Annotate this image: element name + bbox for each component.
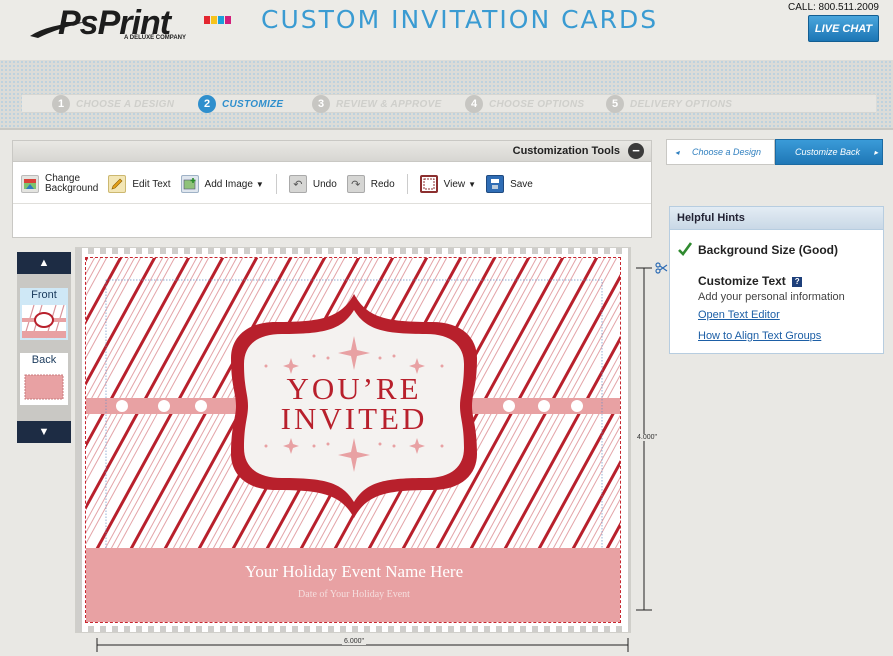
step-number: 3 — [312, 95, 330, 113]
toolbar: Change Background Edit Text Add Image ▼ … — [21, 169, 543, 199]
scroll-up-arrow-icon[interactable]: ▲ — [17, 252, 71, 274]
tools-title: Customization Tools — [512, 145, 620, 157]
edit-text-button[interactable]: Edit Text — [108, 175, 171, 193]
open-text-editor-link[interactable]: Open Text Editor — [698, 309, 780, 321]
customize-text-label: Customize Text — [698, 274, 786, 288]
step-label: REVIEW & APPROVE — [336, 98, 442, 110]
step-progress-bar: 1 CHOOSE A DESIGN 2 CUSTOMIZE 3 REVIEW &… — [22, 94, 876, 113]
step-navigation: ◂ Choose a Design Customize Back ▸ — [666, 139, 883, 165]
front-thumbnail[interactable]: Front — [20, 288, 68, 340]
invite-heading-line-2: INVITED — [280, 401, 428, 436]
width-dimension-label: 6.000" — [342, 638, 367, 645]
logo-subtitle: A DELUXE COMPANY — [124, 35, 187, 41]
customize-text-description: Add your personal information — [698, 291, 845, 303]
tools-header: Customization Tools − — [13, 141, 651, 162]
step-number: 2 — [198, 95, 216, 113]
align-text-groups-link[interactable]: How to Align Text Groups — [698, 330, 821, 342]
chevron-right-icon: ▸ — [874, 147, 879, 157]
change-background-label-2: Background — [45, 183, 99, 194]
step-label: DELIVERY OPTIONS — [630, 98, 733, 110]
collapse-icon[interactable]: − — [628, 143, 644, 159]
site-header: PsPrint A DELUXE COMPANY CUSTOM INVITATI… — [0, 0, 893, 60]
psprint-logo[interactable]: PsPrint A DELUXE COMPANY — [28, 4, 231, 50]
band-divider — [0, 128, 893, 130]
toolbar-separator — [275, 174, 277, 194]
save-button[interactable]: Save — [486, 175, 533, 193]
save-icon — [486, 175, 505, 193]
pencil-icon — [108, 175, 127, 193]
change-background-button[interactable]: Change Background — [21, 174, 98, 194]
logo-color-bars — [204, 16, 231, 24]
phone-number: CALL: 800.511.2009 — [787, 2, 879, 13]
view-button[interactable]: View ▼ — [419, 175, 477, 193]
next-label: Customize Back — [795, 147, 861, 157]
back-preview-image — [22, 370, 66, 403]
undo-label: Undo — [312, 178, 337, 190]
live-chat-button[interactable]: LIVE CHAT — [808, 15, 879, 42]
helpful-hints-panel: Helpful Hints Background Size (Good) Cus… — [669, 206, 884, 354]
back-thumbnail[interactable]: Back — [20, 353, 68, 405]
undo-button[interactable]: ↶ Undo — [288, 175, 337, 193]
view-frame-icon — [419, 175, 438, 193]
height-dimension-label: 4.000" — [637, 434, 658, 441]
background-size-status: Background Size (Good) — [698, 243, 839, 257]
add-image-button[interactable]: Add Image ▼ — [180, 175, 264, 193]
customize-text-heading: Customize Text ? — [698, 274, 803, 288]
step-delivery-options[interactable]: 5 DELIVERY OPTIONS — [606, 93, 732, 115]
step-choose-options[interactable]: 4 CHOOSE OPTIONS — [465, 93, 584, 115]
tools-divider — [13, 203, 651, 204]
page-title: CUSTOM INVITATION CARDS — [261, 5, 659, 34]
step-label: CHOOSE A DESIGN — [76, 98, 175, 110]
step-choose-design[interactable]: 1 CHOOSE A DESIGN — [52, 93, 174, 115]
step-label: CUSTOMIZE — [222, 98, 284, 110]
undo-icon: ↶ — [288, 175, 307, 193]
back-label: Back — [31, 354, 57, 366]
event-name-text[interactable]: Your Holiday Event Name Here — [86, 562, 620, 582]
add-image-label: Add Image — [204, 178, 253, 190]
save-label: Save — [510, 178, 533, 190]
background-icon — [21, 175, 39, 193]
redo-icon: ↷ — [346, 175, 365, 193]
dropdown-arrow-icon: ▼ — [468, 179, 477, 189]
customize-back-button[interactable]: Customize Back ▸ — [775, 139, 883, 165]
step-number: 1 — [52, 95, 70, 113]
customization-tools-panel: Customization Tools − Change Background … — [12, 140, 652, 238]
dropdown-arrow-icon: ▼ — [255, 179, 264, 189]
redo-label: Redo — [370, 178, 395, 190]
scroll-down-arrow-icon[interactable]: ▼ — [17, 421, 71, 443]
step-number: 4 — [465, 95, 483, 113]
front-label: Front — [31, 289, 57, 301]
step-customize[interactable]: 2 CUSTOMIZE — [198, 93, 283, 115]
step-review-approve[interactable]: 3 REVIEW & APPROVE — [312, 93, 442, 115]
view-label: View — [443, 178, 466, 190]
step-number: 5 — [606, 95, 624, 113]
choose-design-back-button[interactable]: ◂ Choose a Design — [666, 139, 775, 165]
invitation-card[interactable]: YOU’RE INVITED Your Holiday Event Name H… — [85, 257, 621, 623]
toolbar-separator — [406, 174, 408, 194]
add-image-icon — [180, 175, 199, 193]
checkmark-icon — [678, 242, 692, 256]
hints-title: Helpful Hints — [670, 207, 883, 230]
help-icon[interactable]: ? — [792, 277, 803, 287]
edit-text-label: Edit Text — [132, 178, 171, 190]
chevron-left-icon: ◂ — [675, 147, 680, 157]
front-preview-image — [22, 304, 66, 339]
event-date-text[interactable]: Date of Your Holiday Event — [86, 589, 620, 600]
redo-button[interactable]: ↷ Redo — [346, 175, 395, 193]
event-details-band — [86, 548, 620, 622]
step-label: CHOOSE OPTIONS — [489, 98, 585, 110]
card-side-selector: ▲ Front Back ▼ — [17, 252, 71, 443]
prev-label: Choose a Design — [692, 147, 762, 157]
